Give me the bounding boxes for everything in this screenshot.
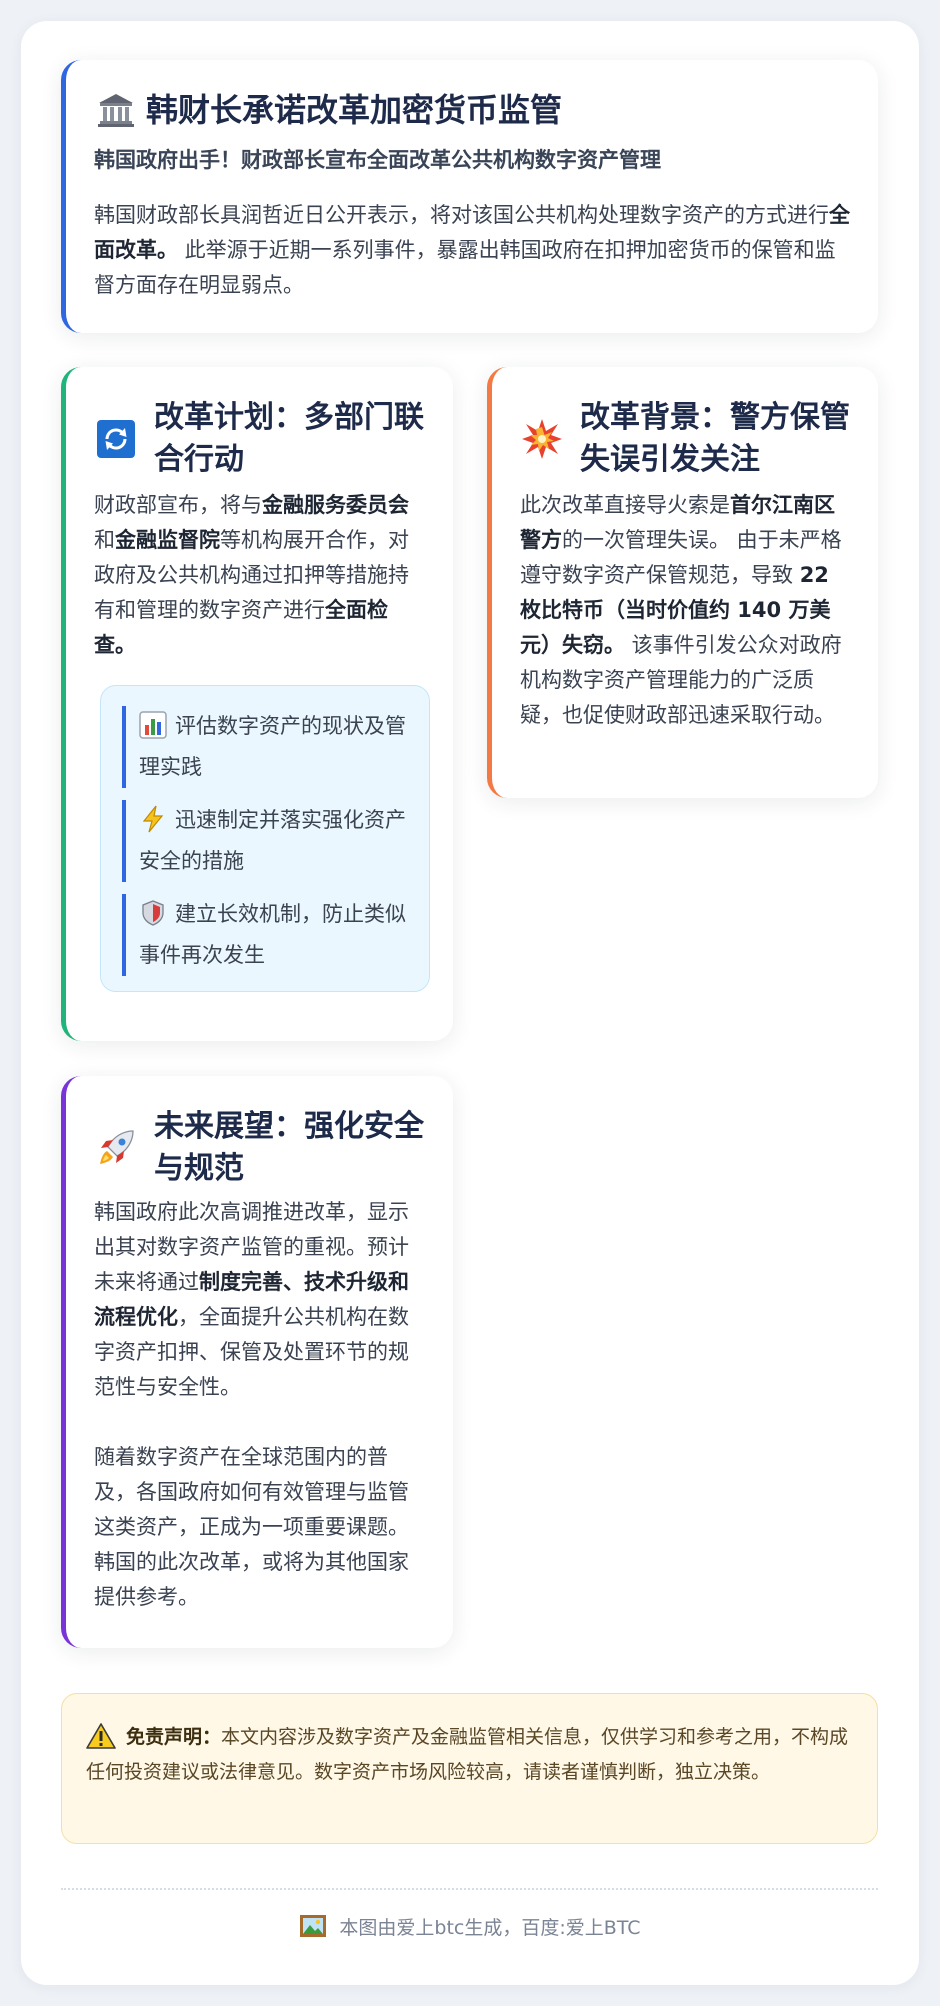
footer-divider (61, 1888, 878, 1890)
background-heading: 改革背景：警方保管失误引发关注 (520, 397, 850, 481)
list-item: 评估数字资产的现状及管理实践 (122, 706, 412, 788)
footer-text: 本图由爱上btc生成，百度:爱上BTC (339, 1916, 641, 1939)
collision-icon (520, 417, 564, 461)
future-paragraph-2: 随着数字资产在全球范围内的普及，各国政府如何有效管理与监管这类资产，正成为一项重… (94, 1445, 409, 1609)
intro-card: 韩财长承诺改革加密货币监管 韩国政府出手！财政部长宣布全面改革公共机构数字资产管… (61, 60, 878, 333)
future-card: 未来展望：强化安全与规范 韩国政府此次高调推进改革，显示出其对数字资产监管的重视… (61, 1076, 453, 1648)
footer: 本图由爱上btc生成，百度:爱上BTC (0, 1908, 940, 1944)
bank-icon (94, 88, 138, 132)
disclaimer-box: 免责声明：本文内容涉及数字资产及金融监管相关信息，仅供学习和参考之用，不构成任何… (61, 1693, 878, 1844)
disclaimer-text: 免责声明：本文内容涉及数字资产及金融监管相关信息，仅供学习和参考之用，不构成任何… (86, 1720, 856, 1790)
future-heading: 未来展望：强化安全与规范 (94, 1106, 424, 1190)
background-title: 改革背景：警方保管失误引发关注 (580, 400, 850, 477)
warning-icon (86, 1722, 116, 1750)
intro-subtitle: 韩国政府出手！财政部长宣布全面改革公共机构数字资产管理 (94, 148, 661, 172)
future-title: 未来展望：强化安全与规范 (154, 1109, 424, 1186)
intro-paragraph: 韩国财政部长具润哲近日公开表示，将对该国公共机构处理数字资产的方式进行全面改革。… (94, 203, 850, 297)
plan-title: 改革计划：多部门联合行动 (154, 400, 424, 477)
plan-paragraph: 财政部宣布，将与金融服务委员会和金融监督院等机构展开合作，对政府及公共机构通过扣… (94, 493, 409, 657)
bar-chart-icon (139, 711, 167, 739)
plan-measures-list: 评估数字资产的现状及管理实践 迅速制定并落实强化资产安全的措施 建立长效机制，防… (100, 685, 430, 992)
background-card: 改革背景：警方保管失误引发关注 此次改革直接导火索是首尔江南区警方的一次管理失误… (487, 367, 878, 798)
list-item: 建立长效机制，防止类似事件再次发生 (122, 894, 412, 976)
intro-heading: 韩财长承诺改革加密货币监管 (94, 88, 562, 132)
plan-heading: 改革计划：多部门联合行动 (94, 397, 424, 481)
lightning-icon (139, 805, 167, 833)
shield-icon (139, 899, 167, 927)
rocket-icon (94, 1126, 138, 1170)
future-paragraph-1: 韩国政府此次高调推进改革，显示出其对数字资产监管的重视。预计未来将通过制度完善、… (94, 1200, 409, 1399)
plan-card: 改革计划：多部门联合行动 财政部宣布，将与金融服务委员会和金融监督院等机构展开合… (61, 367, 453, 1041)
background-paragraph: 此次改革直接导火索是首尔江南区警方的一次管理失误。 由于未严格遵守数字资产保管规… (520, 493, 842, 727)
refresh-icon (94, 417, 138, 461)
list-item: 迅速制定并落实强化资产安全的措施 (122, 800, 412, 882)
intro-title: 韩财长承诺改革加密货币监管 (146, 91, 563, 129)
picture-icon (299, 1912, 327, 1940)
